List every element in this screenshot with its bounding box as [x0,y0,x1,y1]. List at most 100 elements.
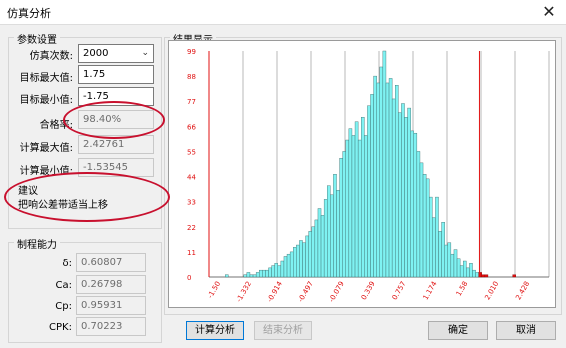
histogram-bar [327,185,331,278]
y-tick-label: 99 [187,48,196,56]
x-tick-label: 2.010 [483,280,500,301]
histogram-bar [376,82,380,278]
y-tick-label: 33 [187,199,196,207]
pass-rate-highlight [63,101,165,139]
close-icon[interactable]: ✕ [538,2,560,22]
y-tick-label: 44 [187,174,196,182]
x-tick-label: 1.58 [455,280,470,298]
histogram-bar [413,132,418,278]
histogram-bar [342,151,346,278]
x-tick-label: 0.757 [391,280,408,301]
params-group-title: 参数设置 [14,31,60,46]
histogram-bar [364,135,368,278]
histogram-bar [435,196,439,278]
cancel-button[interactable]: 取消 [496,321,556,340]
sigma-field: 0.60807 [76,253,146,272]
histogram-bar [259,269,263,278]
chevron-down-icon: ⌄ [141,48,149,58]
capability-group-title: 制程能力 [14,236,60,251]
histogram-bar [339,158,343,278]
ca-field: 0.26798 [76,275,146,294]
title-bar: 仿真分析 ✕ [0,0,566,25]
y-tick-label: 0 [187,274,191,282]
histogram-bar [265,269,269,278]
calc-max-label: 计算最大值: [19,143,73,154]
histogram-bar [444,244,448,278]
histogram-bar [280,260,285,278]
cpk-field: 0.70223 [76,317,146,336]
histogram-bar [330,194,334,278]
histogram-bar [249,274,254,278]
histogram-bar [472,269,476,278]
histogram-bar [463,260,467,278]
histogram-bar [317,208,322,278]
x-tick-label: -1.332 [235,280,253,304]
histogram-bar [379,66,384,278]
cpk-label: CPK: [49,322,72,333]
histogram-bar [274,263,278,278]
histogram-bar [419,162,424,278]
cp-field: 0.95931 [76,296,146,315]
histogram-bar [255,272,260,278]
histogram-bar [391,98,396,278]
target-max-label: 目标最大值: [19,73,73,84]
x-tick-label: -1.50 [206,280,222,300]
x-tick-label: -0.079 [328,280,346,304]
histogram-bar [447,242,452,278]
histogram-bar [395,85,399,278]
x-tick-label: 2.428 [514,280,531,301]
histogram-bar [225,274,229,278]
histogram-bar [481,274,486,278]
histogram-bar [308,231,312,278]
x-tick-label: -0.914 [266,280,284,304]
histogram-bar [277,265,282,278]
y-tick-label: 22 [187,224,196,232]
histogram-bar [348,128,353,278]
histogram-bar [243,274,248,278]
histogram-bar [410,130,414,278]
histogram-bar [484,274,489,278]
x-tick-label: -0.497 [297,280,315,304]
histogram-bar [404,117,408,278]
histogram-bar [416,151,421,278]
histogram-bar [296,244,300,278]
histogram-bar [311,226,316,278]
histogram-bar [466,267,470,278]
histogram-bar [398,112,402,278]
calculate-button[interactable]: 计算分析 [186,321,244,340]
suggestion-highlight [4,172,170,222]
histogram-bar [456,258,461,278]
cp-label: Cp: [55,301,72,312]
histogram-bar [361,117,365,278]
histogram-bar [357,139,362,278]
histogram-bar [367,105,371,278]
histogram-bar [283,256,288,278]
histogram-bar [429,196,433,278]
y-tick-label: 88 [187,73,196,81]
histogram-bar [401,103,405,278]
histogram-bar [422,174,427,278]
histogram-bar [407,107,411,278]
target-max-field[interactable]: 1.75 [78,65,154,84]
histogram-bar [345,139,350,278]
histogram-bar [388,78,393,278]
histogram-bar [385,82,390,278]
histogram-bar [354,121,359,278]
histogram-bar [293,247,297,278]
histogram-bar [441,222,445,278]
histogram-bar [450,253,455,278]
histogram-bar [302,242,306,278]
histogram-bar [268,267,272,278]
sim-count-value: 2000 [83,48,109,59]
histogram-bar [246,272,251,278]
histogram-bar [459,265,464,278]
sim-count-label: 仿真次数: [29,51,73,62]
histogram-chart: 0 11 22 33 44 55 66 77 88 99 -1.50 -1.332 -0.914 -0.4… [168,40,556,308]
sim-count-select[interactable]: 2000 ⌄ [78,44,154,63]
histogram-bar [271,265,275,278]
ok-button[interactable]: 确定 [428,321,488,340]
histogram-bar [286,253,291,278]
end-analysis-button[interactable]: 结束分析 [254,321,312,340]
histogram-bar [262,269,266,278]
histogram-bar [382,50,387,278]
